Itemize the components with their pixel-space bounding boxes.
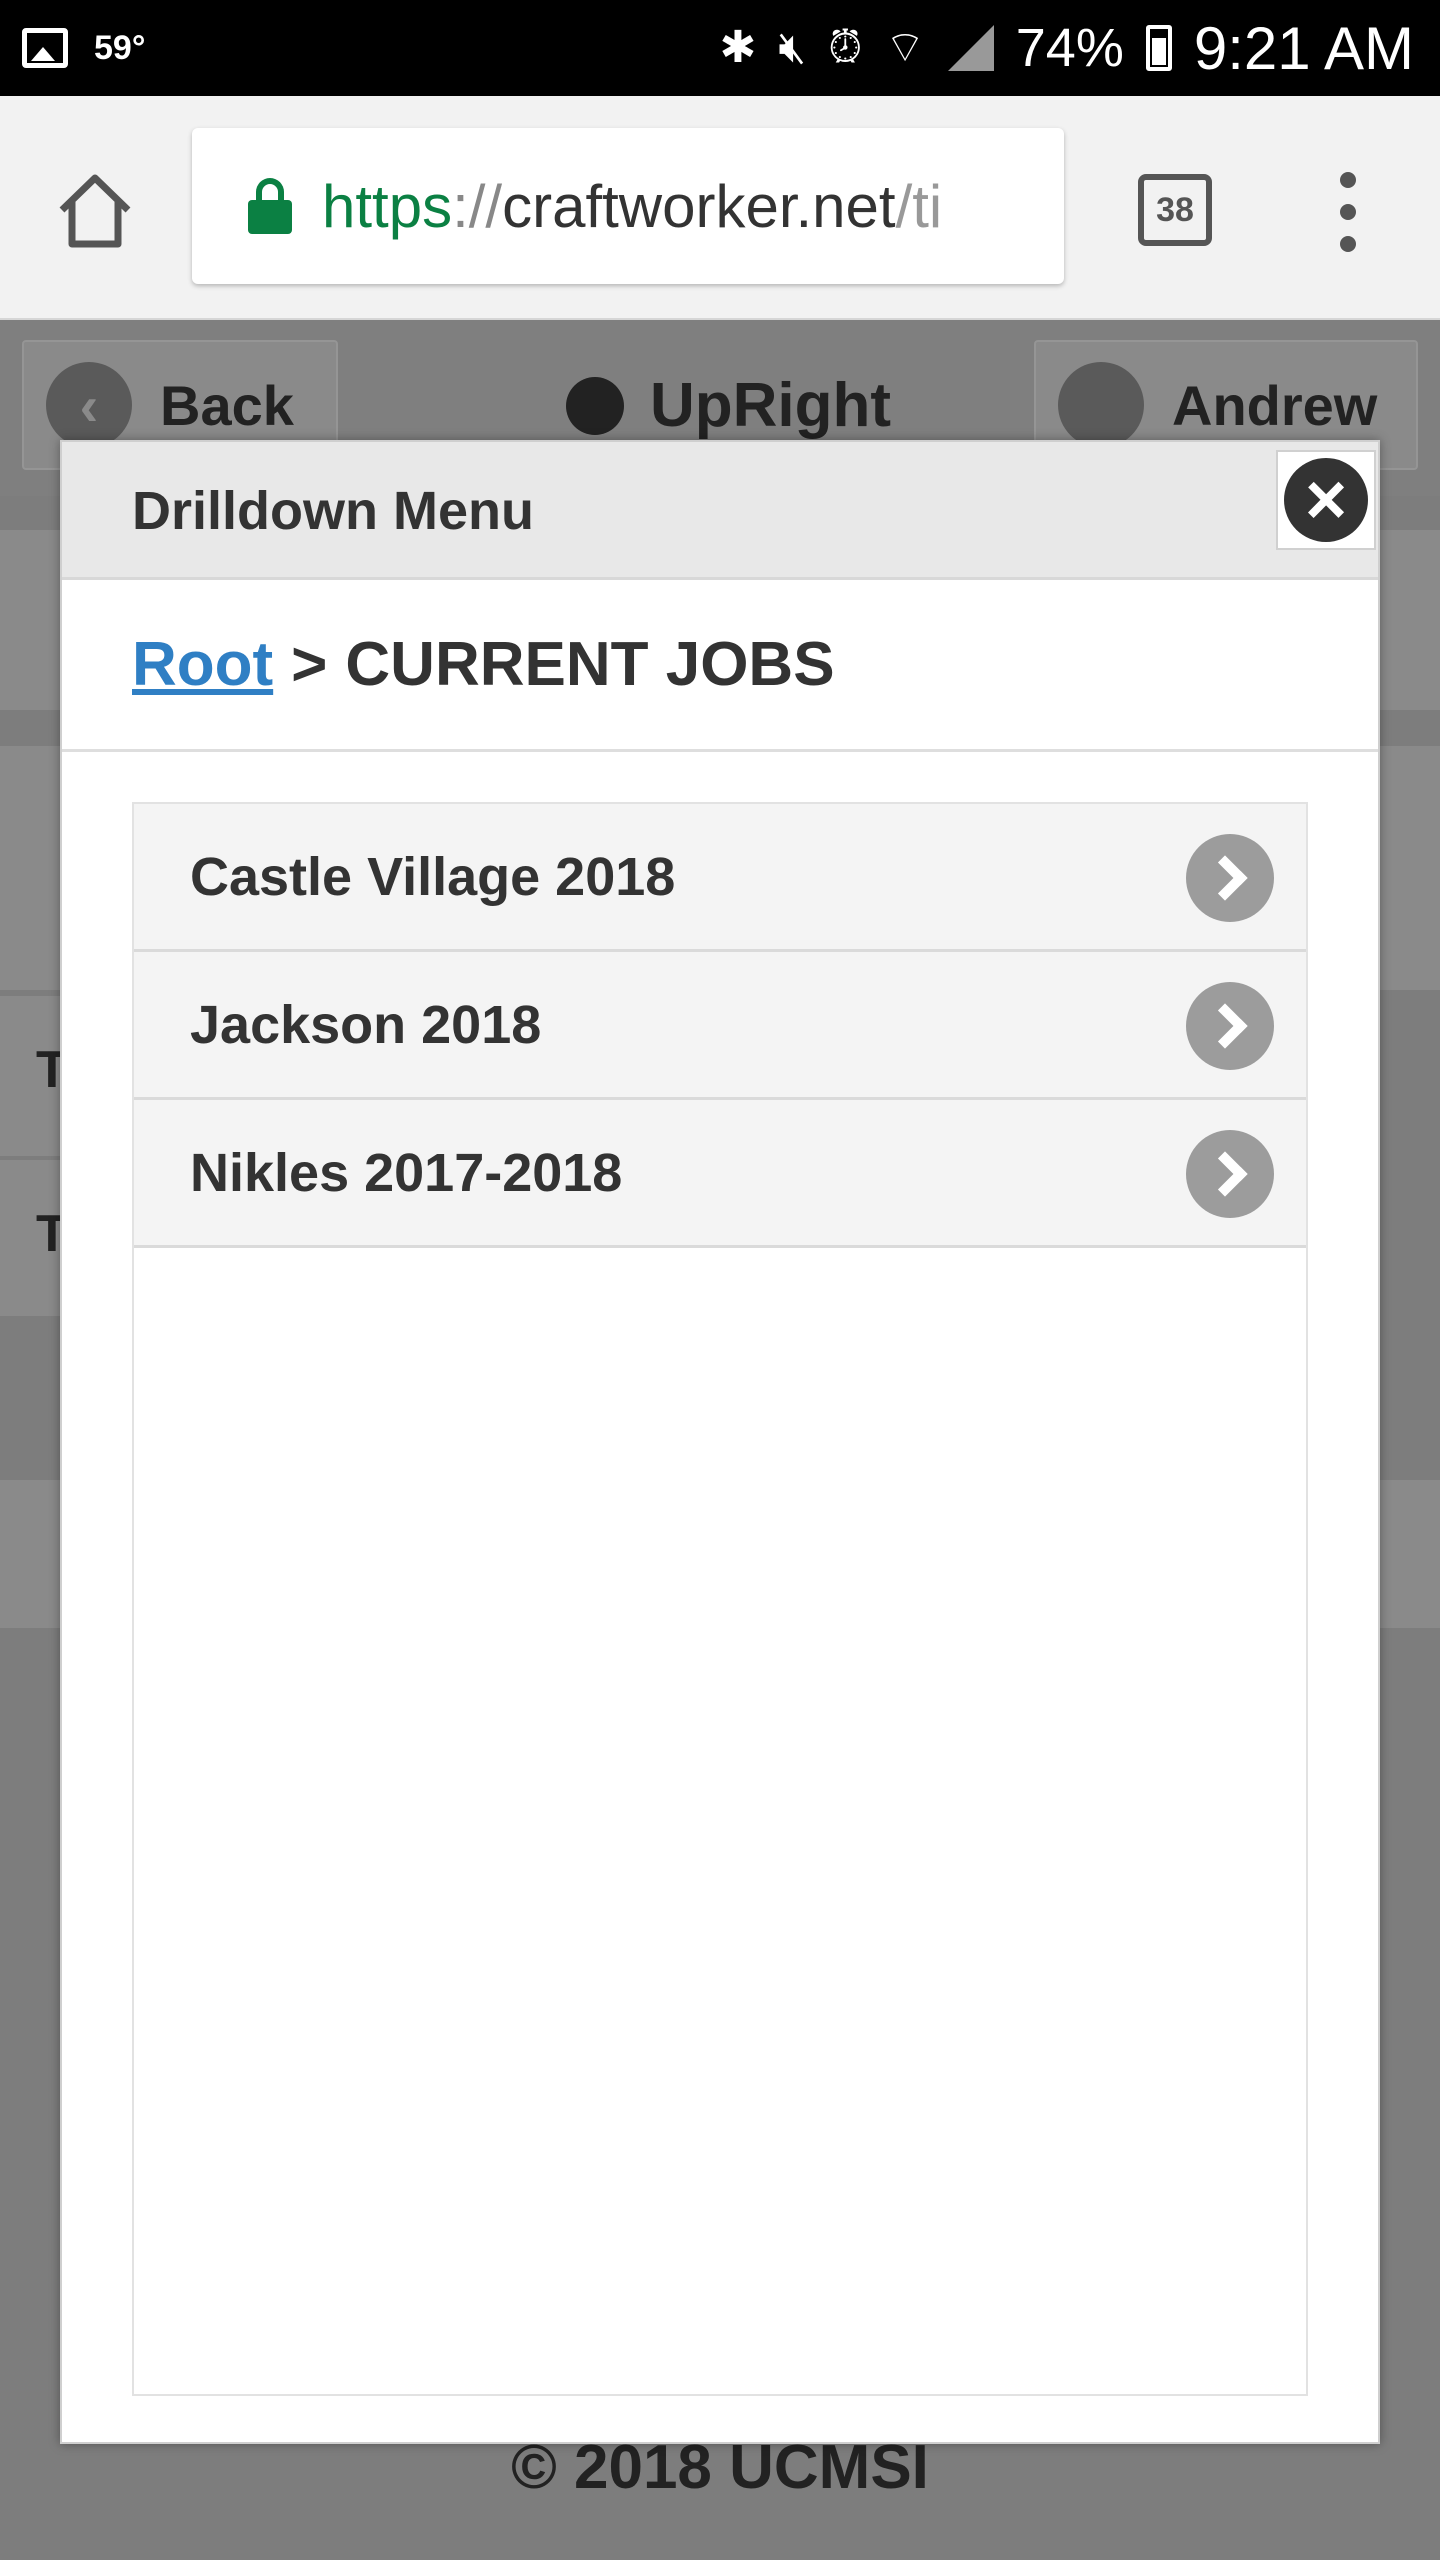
list-item-label: Nikles 2017-2018 [190, 1142, 623, 1203]
breadcrumb-root-link[interactable]: Root [132, 629, 273, 700]
globe-icon [566, 376, 624, 435]
home-icon[interactable] [52, 168, 138, 254]
app-title: UpRight [566, 370, 891, 441]
back-label: Back [160, 373, 294, 437]
list-item-castle-village[interactable]: Castle Village 2018 [134, 804, 1306, 952]
battery-icon [1145, 25, 1172, 71]
close-button[interactable]: × [1276, 450, 1376, 550]
list-item-label: Jackson 2018 [190, 994, 542, 1055]
signal-icon [947, 25, 994, 71]
drilldown-modal: Drilldown Menu × Root > CURRENT JOBS Cas… [60, 440, 1380, 2444]
status-bar: 59° ✱ 🔇︎ ⏰︎ ⌔ 74% 9:21 AM [0, 0, 1440, 96]
list-item-nikles[interactable]: Nikles 2017-2018 [134, 1100, 1306, 1248]
clock-time: 9:21 AM [1193, 14, 1414, 82]
breadcrumb-current: CURRENT JOBS [345, 630, 835, 699]
chevron-right-icon [1186, 834, 1274, 922]
modal-header: Drilldown Menu × [62, 442, 1378, 580]
tab-switcher-button[interactable]: 38 [1138, 174, 1212, 246]
bluetooth-icon: ✱ [719, 23, 757, 72]
wifi-icon: ⌔ [884, 23, 926, 72]
modal-title: Drilldown Menu [132, 481, 534, 541]
battery-percent: 74% [1015, 18, 1124, 78]
close-icon: × [1284, 458, 1368, 542]
alarm-icon: ⏰︎ [828, 23, 863, 72]
user-name: Andrew [1172, 373, 1378, 437]
temperature-text: 59° [94, 28, 146, 67]
mute-icon: 🔇︎ [778, 23, 807, 72]
browser-toolbar: https://craftworker.net/ti 38 [0, 96, 1440, 320]
breadcrumb: Root > CURRENT JOBS [62, 580, 1378, 752]
chevron-left-icon: ‹ [46, 362, 132, 448]
url-text: https://craftworker.net/ti [322, 172, 943, 240]
address-bar[interactable]: https://craftworker.net/ti [192, 128, 1064, 284]
lock-icon [248, 178, 292, 234]
more-menu-icon[interactable] [1330, 172, 1366, 252]
chevron-right-icon [1186, 982, 1274, 1070]
list-item-label: Castle Village 2018 [190, 846, 676, 907]
user-avatar-icon [1058, 362, 1144, 448]
chevron-right-icon [1186, 1130, 1274, 1218]
image-notification-icon [22, 28, 68, 68]
list-item-jackson[interactable]: Jackson 2018 [134, 952, 1306, 1100]
breadcrumb-separator: > [291, 630, 328, 699]
drilldown-list: Castle Village 2018 Jackson 2018 Nikles … [132, 802, 1308, 2396]
